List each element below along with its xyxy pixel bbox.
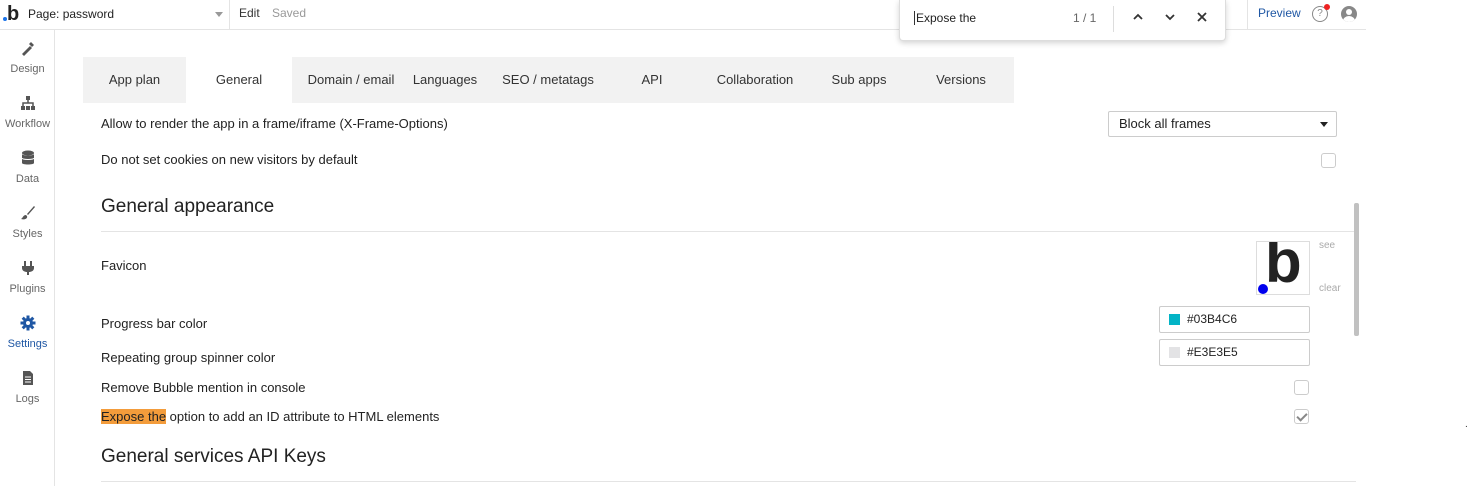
document-icon [22, 371, 33, 385]
workflow-icon [20, 96, 35, 110]
find-close-button[interactable] [1193, 9, 1211, 27]
expose-id-label-rest: option to add an ID attribute to HTML el… [166, 409, 440, 424]
divider [101, 231, 1356, 232]
sidebar-item-label: Logs [15, 393, 40, 405]
design-icon [21, 42, 34, 56]
favicon-preview[interactable]: b [1256, 241, 1310, 295]
divider [1113, 6, 1114, 32]
expose-id-checkbox[interactable] [1294, 409, 1309, 424]
tab-seo-metatags[interactable]: SEO / metatags [493, 57, 603, 103]
find-box: Expose the 1 / 1 [899, 0, 1226, 41]
search-highlight: Expose the [101, 409, 167, 424]
tab-domain-email[interactable]: Domain / email [292, 57, 410, 103]
chevron-down-icon [1320, 122, 1328, 127]
sidebar-item-label: Settings [7, 338, 48, 350]
api-keys-heading: General services API Keys [101, 446, 326, 467]
chevron-up-icon [1133, 13, 1143, 20]
sidebar-item-label: Design [10, 63, 45, 75]
favicon-see-link[interactable]: see [1319, 240, 1335, 251]
tab-collaboration[interactable]: Collaboration [701, 57, 809, 103]
find-previous-button[interactable] [1129, 9, 1147, 27]
iframe-setting-label: Allow to render the app in a frame/ifram… [101, 116, 448, 131]
favicon-label: Favicon [101, 258, 147, 273]
sidebar: Design Workflow Data Styles Plugins Sett… [0, 30, 55, 486]
progress-bar-color-value: #03B4C6 [1187, 312, 1238, 326]
find-next-button[interactable] [1161, 9, 1179, 27]
cookies-setting-label: Do not set cookies on new visitors by de… [101, 152, 358, 167]
progress-bar-color-input[interactable]: #03B4C6 [1159, 306, 1310, 333]
divider [1247, 0, 1248, 30]
logo-dot [3, 17, 7, 21]
sidebar-item-data[interactable]: Data [0, 140, 55, 194]
plug-icon [21, 261, 34, 275]
sidebar-item-plugins[interactable]: Plugins [0, 250, 55, 304]
sidebar-item-label: Workflow [4, 118, 51, 130]
sidebar-item-label: Plugins [9, 283, 46, 295]
sidebar-item-design[interactable]: Design [0, 30, 55, 84]
preview-link[interactable]: Preview [1258, 6, 1301, 20]
notification-badge [1324, 4, 1330, 10]
tab-api[interactable]: API [613, 57, 691, 103]
page-selector[interactable]: Page: password [24, 3, 229, 25]
sidebar-item-label: Styles [12, 228, 43, 240]
sidebar-item-styles[interactable]: Styles [0, 195, 55, 249]
cursor-mark: . [1465, 419, 1468, 430]
divider [229, 0, 230, 30]
favicon-clear-link[interactable]: clear [1319, 283, 1341, 294]
sidebar-item-label: Data [15, 173, 40, 185]
tab-languages[interactable]: Languages [410, 57, 480, 103]
brush-icon [20, 206, 35, 220]
account-icon[interactable] [1341, 6, 1357, 22]
expose-id-label: Expose the option to add an ID attribute… [101, 409, 439, 424]
cookies-checkbox[interactable] [1321, 153, 1336, 168]
app-root: b Page: password Edit Saved Preview ? Ex… [0, 0, 1469, 486]
tab-sub-apps[interactable]: Sub apps [819, 57, 899, 103]
sidebar-item-settings[interactable]: Settings [0, 305, 55, 359]
help-icon[interactable]: ? [1312, 4, 1330, 22]
tab-versions[interactable]: Versions [919, 57, 1003, 103]
sidebar-item-workflow[interactable]: Workflow [0, 85, 55, 139]
database-icon [21, 150, 34, 165]
color-swatch [1169, 314, 1180, 325]
tab-general[interactable]: General [186, 57, 292, 103]
remove-mention-label: Remove Bubble mention in console [101, 380, 306, 395]
settings-tabs: App plan General Domain / email Language… [83, 57, 1014, 103]
remove-mention-checkbox[interactable] [1294, 380, 1309, 395]
chevron-down-icon [1165, 14, 1175, 21]
find-match-count: 1 / 1 [1073, 11, 1097, 25]
divider [101, 481, 1356, 482]
favicon-dot [1258, 284, 1268, 294]
iframe-dropdown[interactable]: Block all frames [1108, 111, 1337, 137]
bubble-logo[interactable]: b [3, 3, 21, 25]
spinner-color-input[interactable]: #E3E3E5 [1159, 339, 1310, 366]
close-icon [1197, 12, 1207, 22]
general-settings-panel: Allow to render the app in a frame/ifram… [83, 103, 1360, 486]
spinner-color-label: Repeating group spinner color [101, 350, 276, 365]
scrollbar[interactable] [1354, 203, 1359, 336]
sidebar-item-logs[interactable]: Logs [0, 360, 55, 414]
saved-status: Saved [272, 6, 307, 20]
gear-icon [20, 315, 35, 331]
progress-bar-color-label: Progress bar color [101, 316, 208, 331]
edit-button[interactable]: Edit [239, 6, 260, 20]
page-selector-label: Page: password [28, 7, 115, 21]
general-appearance-heading: General appearance [101, 196, 275, 217]
favicon-logo: b [1265, 241, 1302, 295]
find-input[interactable]: Expose the [914, 11, 1064, 25]
chevron-down-icon [215, 12, 223, 17]
iframe-dropdown-value: Block all frames [1119, 116, 1211, 131]
color-swatch [1169, 347, 1180, 358]
tab-app-plan[interactable]: App plan [83, 57, 186, 103]
spinner-color-value: #E3E3E5 [1187, 345, 1238, 359]
